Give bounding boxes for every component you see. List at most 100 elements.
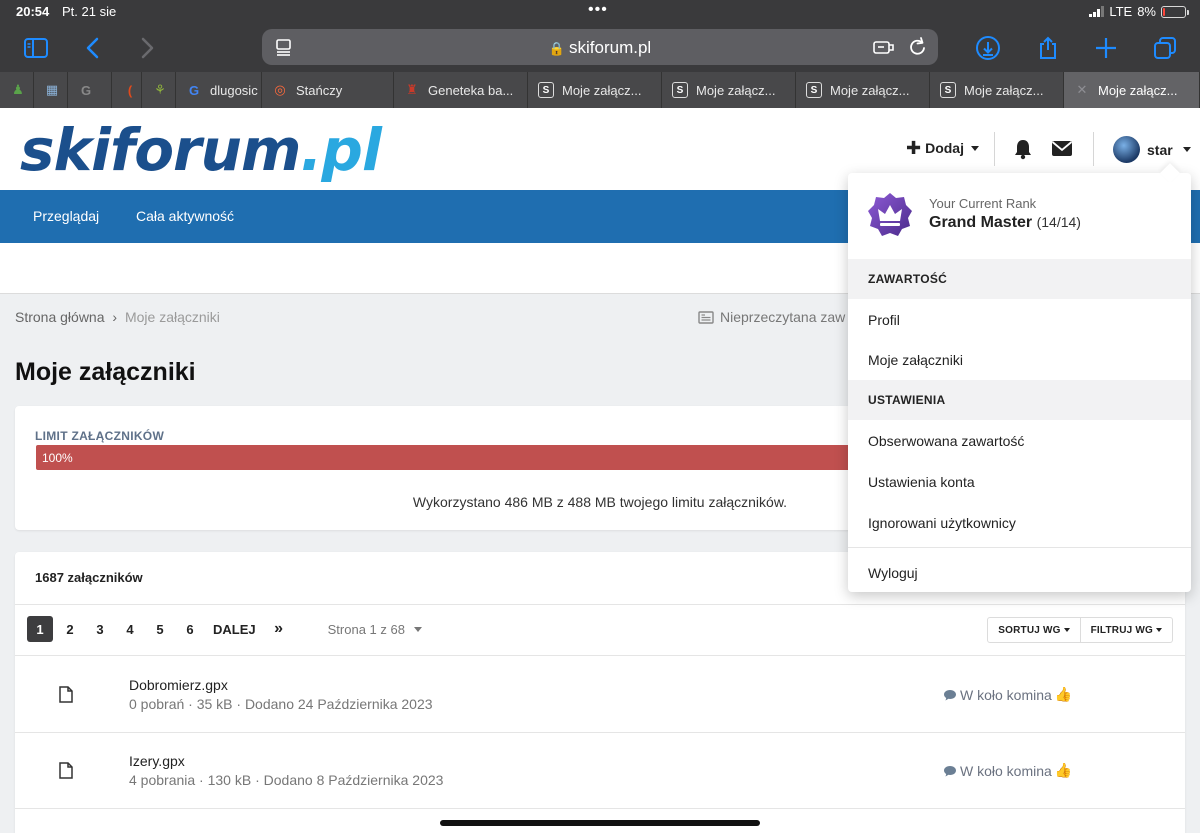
tab-favicon-icon: S — [806, 82, 822, 98]
battery-label: 8% — [1137, 4, 1156, 19]
browser-tab[interactable]: S Moje załącz... — [662, 72, 796, 108]
chevron-down-icon — [1182, 147, 1191, 152]
newspaper-icon — [698, 310, 714, 324]
address-bar[interactable]: 🔒 skiforum.pl — [262, 29, 938, 65]
sidebar-icon[interactable] — [22, 34, 50, 62]
status-time: 20:54 — [16, 4, 50, 19]
menu-item-my-attachments[interactable]: Moje załączniki — [868, 352, 963, 368]
unread-content-link[interactable]: Nieprzeczytana zaw — [698, 309, 845, 325]
filter-button[interactable]: FILTRUJ WG — [1079, 618, 1172, 642]
menu-section-settings: USTAWIENIA — [848, 380, 1191, 420]
page-4-button[interactable]: 4 — [117, 616, 143, 642]
menu-item-followed-content[interactable]: Obserwowana zawartość — [868, 433, 1024, 449]
menu-item-account-settings[interactable]: Ustawienia konta — [868, 474, 975, 490]
attachment-meta: 4 pobrania · 130 kB · Dodano 8 Październ… — [129, 772, 444, 788]
browser-tab-label: Stańczy — [296, 82, 343, 98]
mail-icon[interactable] — [1051, 139, 1073, 162]
nav-item-activity[interactable]: Cała aktywność — [136, 208, 234, 224]
page-title: Moje załączniki — [15, 358, 196, 386]
back-icon[interactable] — [80, 34, 108, 62]
last-page-button[interactable]: » — [266, 616, 292, 642]
avatar — [1113, 136, 1140, 163]
plus-icon: ✚ — [906, 138, 922, 158]
page-3-button[interactable]: 3 — [87, 616, 113, 642]
next-page-button[interactable]: DALEJ — [207, 616, 262, 642]
page-5-button[interactable]: 5 — [147, 616, 173, 642]
browser-tab[interactable]: S Moje załącz... — [528, 72, 662, 108]
multitasking-dots-icon[interactable]: ••• — [588, 1, 608, 19]
browser-tab[interactable]: Gdlugosic — [176, 72, 262, 108]
home-indicator[interactable] — [440, 820, 760, 826]
limit-progress-text: 100% — [42, 451, 73, 465]
tab-favicon-icon: S — [940, 82, 956, 98]
tab-favicon-icon: G — [188, 82, 200, 98]
menu-item-logout[interactable]: Wyloguj — [868, 565, 918, 581]
limit-label: LIMIT ZAŁĄCZNIKÓW — [35, 429, 165, 443]
breadcrumb-separator: › — [112, 309, 118, 325]
browser-tab[interactable]: ♜ Geneteka ba... — [394, 72, 528, 108]
tab-favicon-icon: ▦ — [45, 82, 59, 97]
list-item[interactable]: Dobromierz.gpx 0 pobrań · 35 kB · Dodano… — [15, 656, 1185, 732]
browser-tab-label: Geneteka ba... — [428, 82, 514, 98]
forward-icon[interactable] — [132, 34, 160, 62]
attachment-name[interactable]: Dobromierz.gpx — [129, 677, 228, 693]
menu-item-profile[interactable]: Profil — [868, 312, 900, 328]
list-item[interactable]: Izery.gpx 4 pobrania · 130 kB · Dodano 8… — [15, 732, 1185, 808]
tab-overview-icon[interactable] — [1151, 34, 1179, 62]
logo-text-main: skiforum — [20, 116, 301, 184]
chevron-down-icon — [413, 626, 422, 632]
browser-tab[interactable]: S Moje załącz... — [796, 72, 930, 108]
browser-tab-label: Moje załącz... — [830, 82, 910, 98]
browser-tab[interactable]: ◎ Stańczy — [262, 72, 394, 108]
chevron-down-icon — [970, 145, 979, 151]
user-menu-button[interactable]: star — [1113, 136, 1191, 163]
status-date: Pt. 21 sie — [62, 4, 117, 19]
nav-item-browse[interactable]: Przeglądaj — [33, 208, 99, 224]
browser-tab[interactable]: ▦ — [34, 72, 68, 108]
page-2-button[interactable]: 2 — [57, 616, 83, 642]
browser-tab[interactable]: ✕ Moje załącz... — [1064, 72, 1200, 108]
site-logo[interactable]: skiforum.pl — [20, 116, 382, 184]
downloads-icon[interactable] — [974, 34, 1002, 62]
close-tab-icon[interactable]: ✕ — [1074, 82, 1090, 98]
tab-favicon-icon: ⚘ — [154, 82, 166, 97]
signal-icon — [1089, 6, 1105, 17]
add-label: Dodaj — [925, 140, 964, 156]
browser-tab[interactable]: ⚘ — [142, 72, 176, 108]
unread-link-label: Nieprzeczytana zaw — [720, 309, 846, 325]
tab-favicon-icon: ◎ — [274, 82, 286, 97]
menu-item-ignored-users[interactable]: Ignorowani użytkownicy — [868, 515, 1016, 531]
attachments-count: 1687 załączników — [35, 570, 143, 585]
page-6-button[interactable]: 6 — [177, 616, 203, 642]
page-1-button[interactable]: 1 — [27, 616, 53, 642]
attachment-topic-link[interactable]: W koło komina 👍 — [943, 686, 1072, 703]
browser-tab[interactable]: G — [68, 72, 112, 108]
bell-icon[interactable] — [1012, 138, 1034, 165]
breadcrumb-current: Moje załączniki — [124, 309, 220, 325]
breadcrumb-home[interactable]: Strona główna — [15, 309, 105, 325]
filter-label: FILTRUJ WG — [1090, 624, 1153, 636]
rank-caption: Your Current Rank — [929, 196, 1037, 211]
sort-button[interactable]: SORTUJ WG — [988, 618, 1079, 642]
header-divider — [994, 132, 995, 166]
new-tab-icon[interactable] — [1092, 34, 1120, 62]
tab-favicon-icon: ♟ — [12, 82, 24, 97]
browser-tab[interactable]: ( — [112, 72, 142, 108]
add-button[interactable]: ✚ Dodaj — [906, 138, 979, 158]
page-info-label: Strona 1 z 68 — [327, 621, 405, 637]
page-jump-dropdown[interactable]: Strona 1 z 68 — [328, 622, 422, 637]
url-label: skiforum.pl — [569, 38, 652, 57]
reload-icon[interactable] — [908, 36, 928, 63]
extension-icon[interactable] — [872, 37, 896, 62]
share-icon[interactable] — [1034, 34, 1062, 62]
attachment-name[interactable]: Izery.gpx — [129, 753, 185, 769]
battery-fill — [1163, 7, 1165, 16]
browser-tab[interactable]: ♟ — [0, 72, 34, 108]
header-divider — [1093, 132, 1094, 166]
browser-tab-label: dlugosic — [210, 82, 258, 98]
tab-favicon-icon: G — [80, 82, 92, 98]
browser-tab[interactable]: S Moje załącz... — [930, 72, 1064, 108]
attachment-topic-link[interactable]: W koło komina 👍 — [943, 762, 1072, 779]
tab-strip: ♟ ▦ G (⚘ Gdlugosic ◎ Stańczy ♜ Geneteka ba... S Mo… — [0, 72, 1200, 108]
battery-icon — [1161, 5, 1189, 18]
